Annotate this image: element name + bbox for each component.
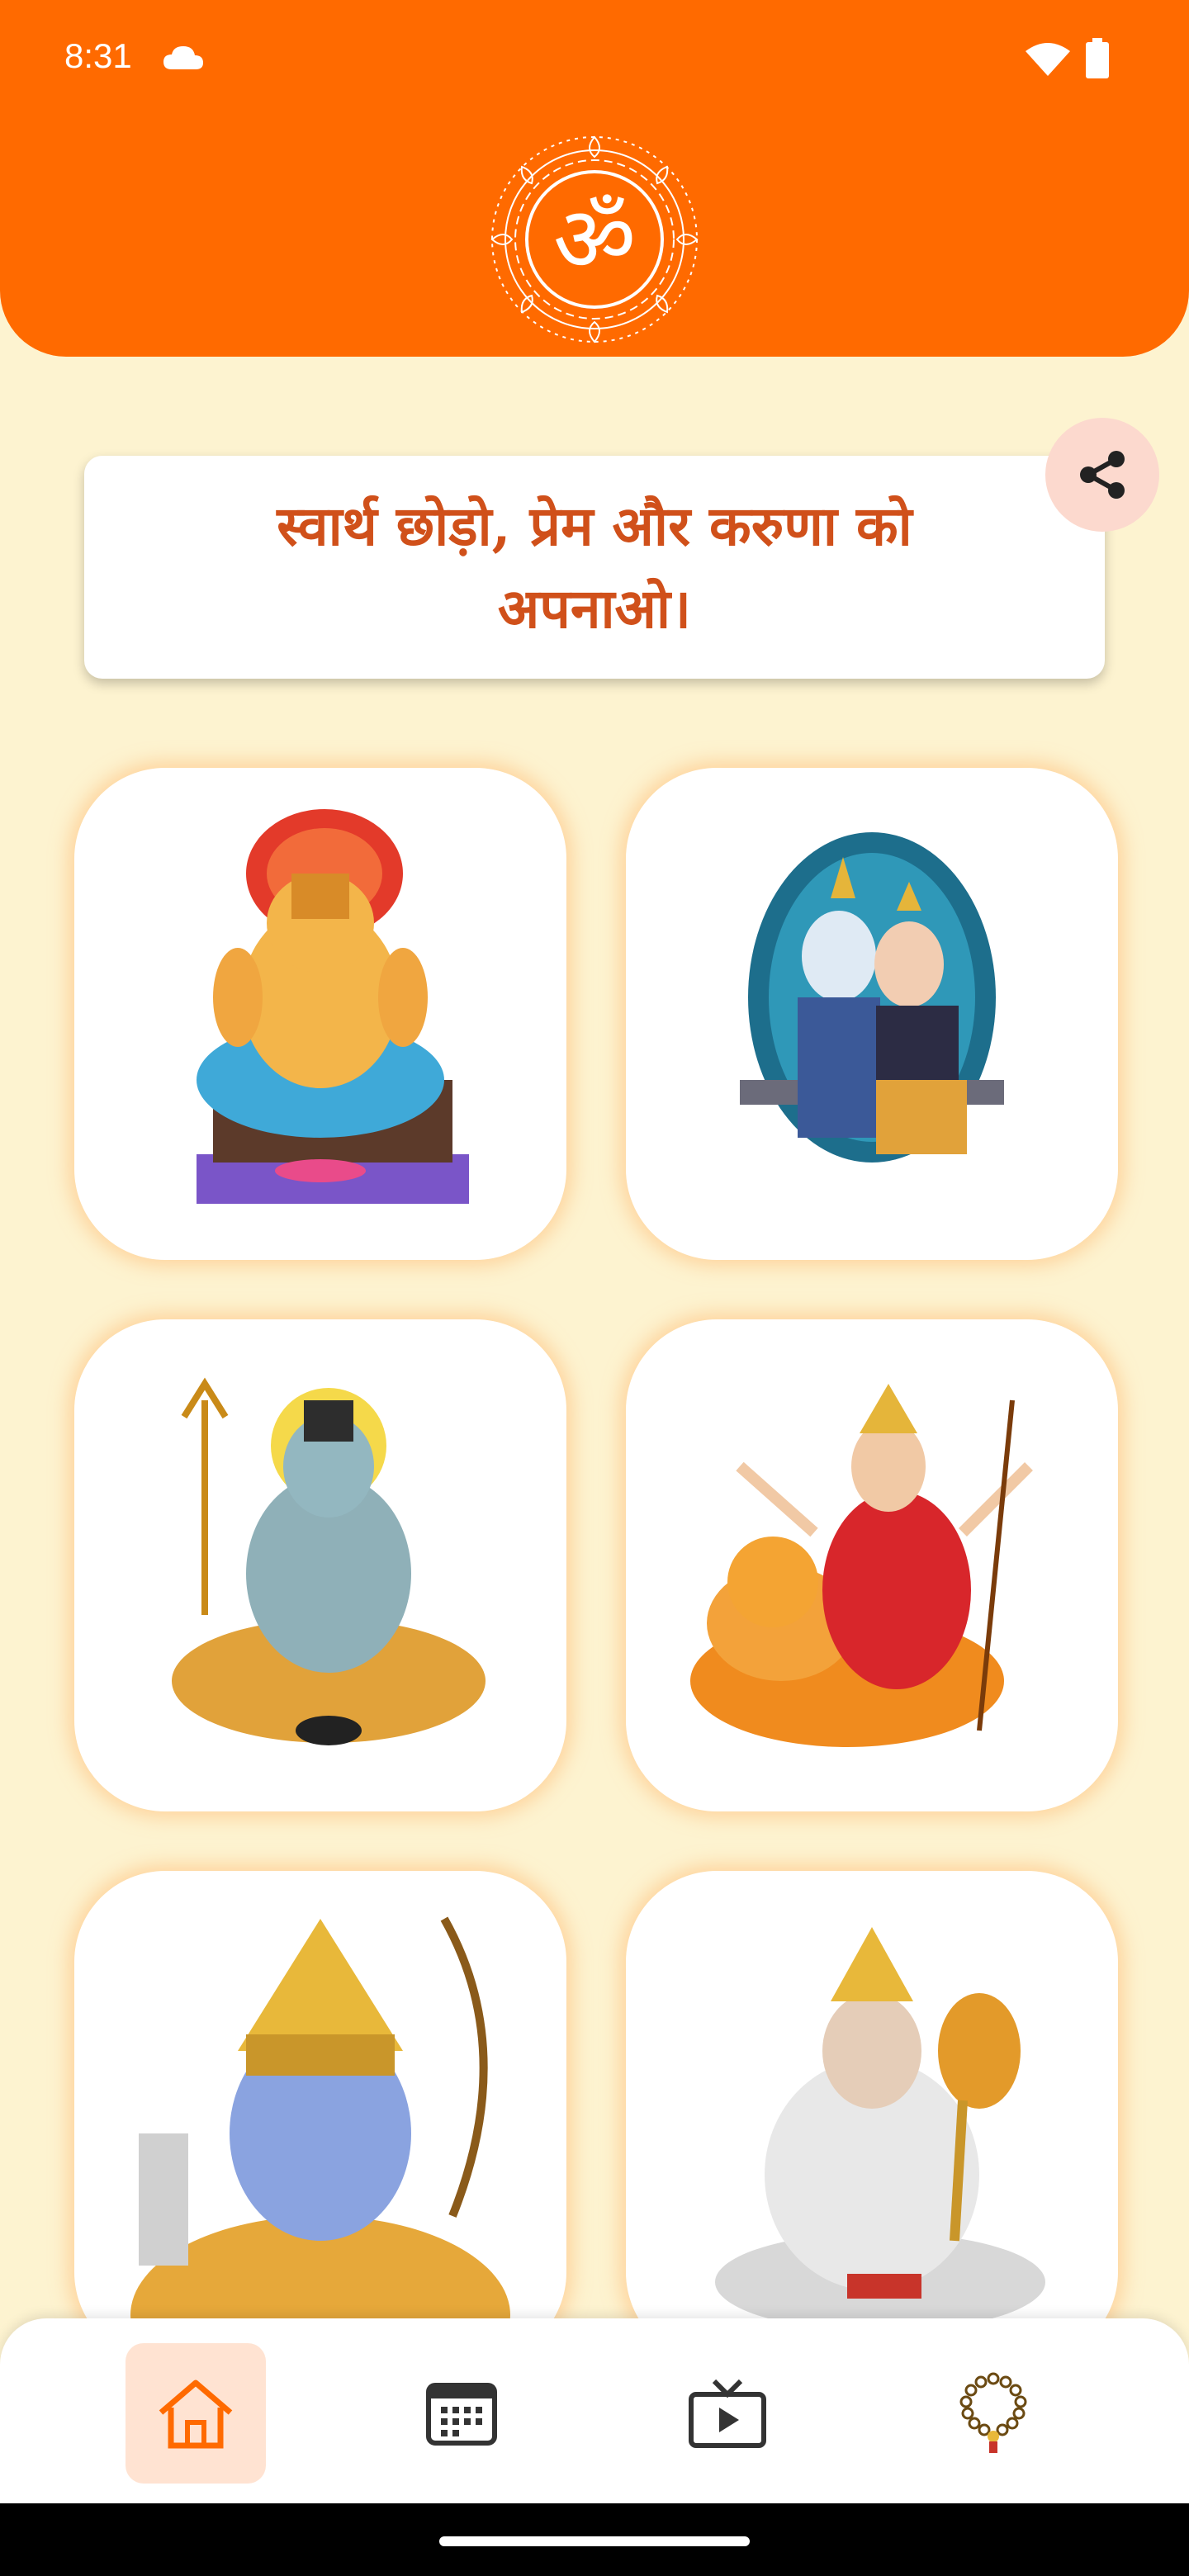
rama-image bbox=[130, 1916, 510, 2348]
app-header: 8:31 ॐ bbox=[0, 0, 1189, 357]
status-time: 8:31 bbox=[64, 36, 132, 75]
nav-mala[interactable] bbox=[923, 2343, 1063, 2484]
ganesha-image bbox=[197, 809, 469, 1204]
om-logo-icon: ॐ bbox=[490, 135, 699, 343]
quote-text: स्वार्थ छोड़ो, प्रेम और करुणा को अपनाओ। bbox=[277, 494, 912, 641]
calendar-icon bbox=[426, 2383, 497, 2446]
deity-card-ganesha[interactable] bbox=[74, 768, 566, 1260]
svg-text:ॐ: ॐ bbox=[553, 187, 636, 292]
bottom-navigation bbox=[0, 2318, 1189, 2503]
share-button[interactable] bbox=[1045, 418, 1159, 532]
nav-tv[interactable] bbox=[657, 2343, 798, 2484]
tv-icon bbox=[689, 2379, 766, 2448]
share-icon bbox=[1080, 451, 1125, 499]
home-icon bbox=[159, 2379, 233, 2449]
nav-home[interactable] bbox=[126, 2343, 266, 2484]
battery-icon bbox=[1086, 38, 1109, 78]
deity-card-shiva[interactable] bbox=[74, 1319, 566, 1811]
deity-card-hanuman[interactable] bbox=[626, 1871, 1118, 2363]
hanuman-image bbox=[715, 1927, 1045, 2332]
cloud-icon bbox=[163, 46, 203, 69]
nav-calendar[interactable] bbox=[391, 2343, 532, 2484]
deity-card-radha-krishna[interactable] bbox=[626, 768, 1118, 1260]
shiva-image bbox=[172, 1377, 486, 1745]
mala-icon bbox=[959, 2372, 1027, 2453]
home-indicator[interactable] bbox=[439, 2536, 750, 2546]
deity-card-rama[interactable] bbox=[74, 1871, 566, 2363]
radha-krishna-image bbox=[740, 832, 1004, 1163]
deity-card-durga[interactable] bbox=[626, 1319, 1118, 1811]
wifi-icon bbox=[1026, 43, 1070, 76]
quote-card: स्वार्थ छोड़ो, प्रेम और करुणा को अपनाओ। bbox=[84, 456, 1105, 679]
durga-image bbox=[690, 1384, 1033, 1747]
